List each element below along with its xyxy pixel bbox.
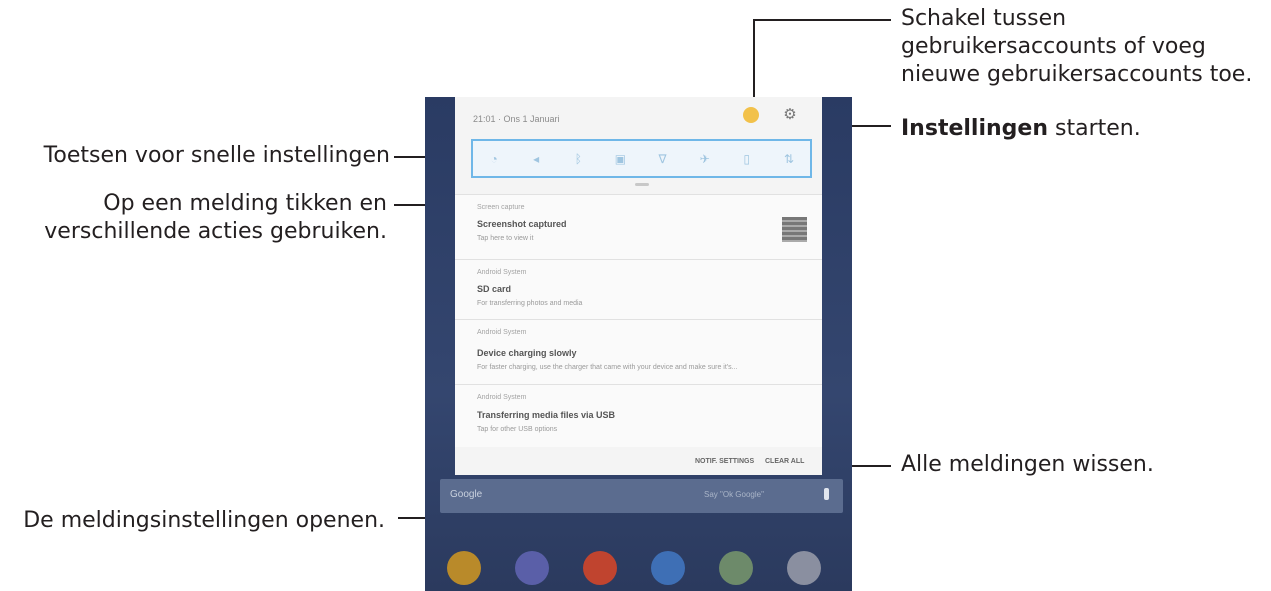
leader-accounts-h [753,19,891,21]
app-dock [425,545,852,591]
rotation-icon[interactable]: ▣ [613,152,627,166]
power-saving-icon[interactable]: ▯ [740,152,754,166]
callout-notif-settings: De meldingsinstellingen openen. [23,508,385,533]
search-hint: Say "Ok Google" [704,490,764,499]
bluetooth-icon[interactable]: ᛒ [571,152,585,166]
app-icon-4[interactable] [651,551,685,585]
tablet-screen: 21:01 · Ons 1 Januari ⚙ ◔ ◂ ᛒ ▣ ∇ ✈ ▯ ⇅ … [425,97,852,591]
app-icon-3[interactable] [583,551,617,585]
callout-settings: Instellingen starten. [901,115,1141,143]
notif-settings-button[interactable]: NOTIF. SETTINGS [695,458,754,465]
google-search-bar[interactable]: Google Say "Ok Google" [440,479,843,513]
clear-all-button[interactable]: CLEAR ALL [765,458,804,465]
sound-icon[interactable]: ◂ [529,152,543,166]
notification-body: Tap here to view it [477,235,534,242]
status-time: 21:01 · Ons 1 Januari [473,114,560,124]
callout-settings-bold: Instellingen [901,116,1048,141]
notification-body: For transferring photos and media [477,300,583,307]
screenshot-thumbnail [782,217,807,242]
callout-settings-rest: starten. [1048,116,1141,141]
notification-title: Device charging slowly [477,348,577,358]
callout-clear-all: Alle meldingen wissen. [901,452,1154,477]
flashlight-icon[interactable]: ∇ [656,152,670,166]
drag-handle[interactable] [635,183,649,186]
callout-notification-tap: Op een melding tikken en verschillende a… [44,191,387,244]
notification-item[interactable]: Android System SD card For transferring … [455,259,822,319]
wifi-icon[interactable]: ◔ [487,152,501,166]
notification-app: Android System [477,329,527,336]
search-label: Google [450,489,483,500]
notification-body: For faster charging, use the charger tha… [477,364,738,371]
status-row: 21:01 · Ons 1 Januari [465,109,812,127]
callout-quick-settings: Toetsen voor snelle instellingen [43,143,390,168]
app-icon-2[interactable] [515,551,549,585]
quick-settings-bar: ◔ ◂ ᛒ ▣ ∇ ✈ ▯ ⇅ [471,139,812,178]
callout-switch-accounts: Schakel tussen gebruikersaccounts of voe… [901,6,1253,87]
apps-grid-icon[interactable] [787,551,821,585]
user-avatar-icon[interactable] [743,107,759,123]
notification-title: Transferring media files via USB [477,410,616,420]
notification-panel: 21:01 · Ons 1 Januari ⚙ ◔ ◂ ᛒ ▣ ∇ ✈ ▯ ⇅ … [455,97,822,475]
notification-title: Screenshot captured [477,219,567,229]
notification-item[interactable]: Android System Device charging slowly Fo… [455,319,822,384]
notification-app: Android System [477,394,527,401]
notification-app: Screen capture [477,204,525,211]
notification-title: SD card [477,284,512,294]
notification-actions: NOTIF. SETTINGS CLEAR ALL [455,450,822,472]
notification-item[interactable]: Android System Transferring media files … [455,384,822,447]
notification-item[interactable]: Screen capture Screenshot captured Tap h… [455,194,822,259]
notification-app: Android System [477,269,527,276]
app-icon-5[interactable] [719,551,753,585]
data-icon[interactable]: ⇅ [782,152,796,166]
notification-body: Tap for other USB options [477,426,558,433]
mic-icon[interactable] [824,488,829,500]
app-icon-1[interactable] [447,551,481,585]
airplane-icon[interactable]: ✈ [698,152,712,166]
gear-icon[interactable]: ⚙ [781,106,799,124]
